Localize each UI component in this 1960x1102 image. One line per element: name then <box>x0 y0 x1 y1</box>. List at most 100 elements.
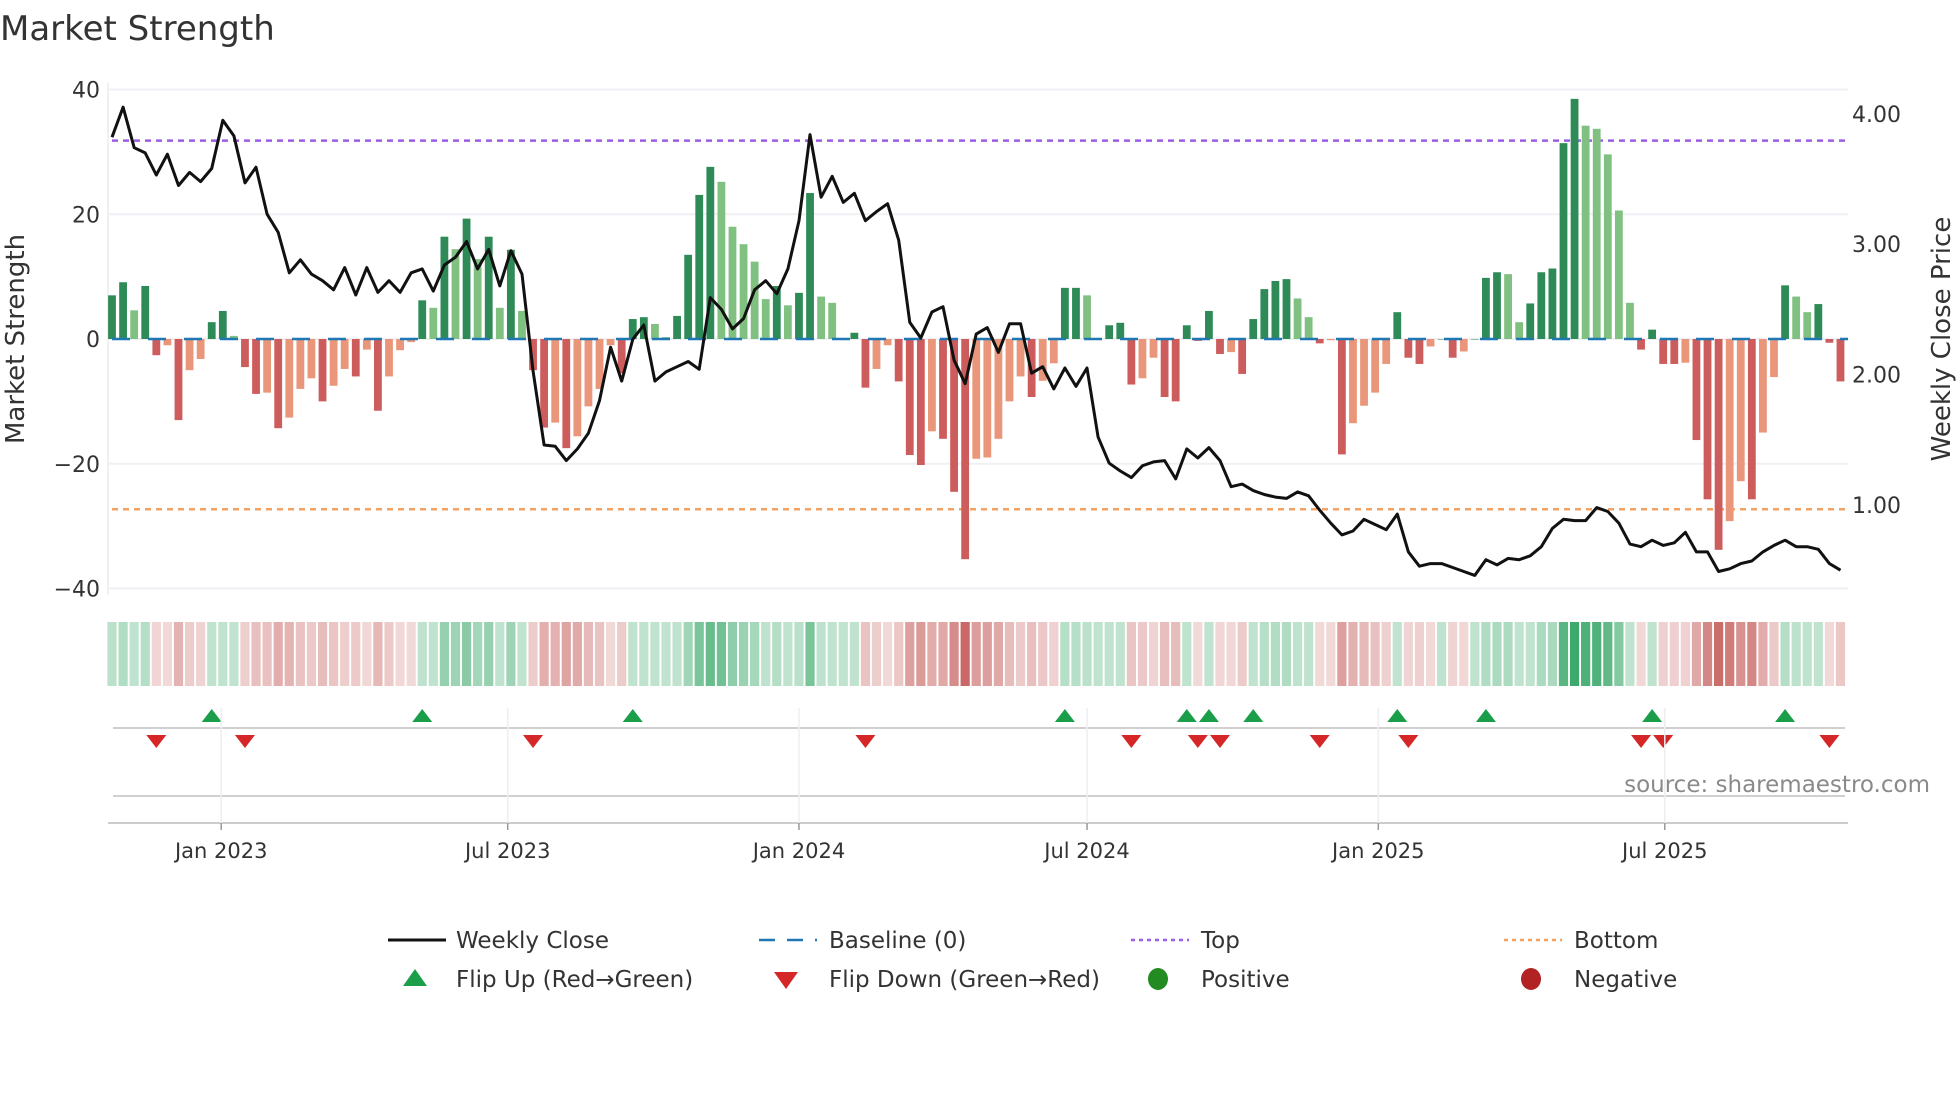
strength-bar <box>1083 295 1091 339</box>
strength-bar <box>1482 277 1490 339</box>
flip-down-marker <box>1653 735 1674 748</box>
heatmap-cell <box>162 622 172 686</box>
x-tick-label: Jul 2023 <box>463 839 550 863</box>
heatmap-cell <box>251 622 261 686</box>
heatmap-cell <box>262 622 272 686</box>
heatmap-cell <box>1004 622 1015 686</box>
heatmap-cell <box>583 622 594 686</box>
market-strength-chart: Market Strength 40 20 0 −20 −40 4.00 3.00 2.00… <box>0 9 1957 993</box>
strength-bar <box>1537 272 1546 339</box>
heatmap-cell <box>340 622 350 686</box>
right-axis-title: Weekly Close Price <box>1927 217 1957 462</box>
legend-label: Flip Down (Green→Red) <box>829 967 1100 993</box>
strength-bar <box>928 339 936 432</box>
strength-bar <box>329 339 338 386</box>
heatmap-cell <box>395 622 405 686</box>
heatmap-cell <box>1226 622 1236 686</box>
strength-bar <box>385 339 393 377</box>
strength-bar <box>351 339 360 377</box>
strength-bar <box>1493 272 1501 339</box>
heatmap-cell <box>1725 622 1735 686</box>
strength-bar <box>1659 339 1668 364</box>
heatmap-cell <box>1093 622 1103 686</box>
strength-bar <box>872 339 881 369</box>
strength-bar <box>551 339 560 423</box>
strength-bar <box>1836 339 1845 382</box>
flip-down-marker <box>523 735 544 748</box>
strength-bar <box>185 339 194 371</box>
heatmap-cell <box>528 622 538 686</box>
legend-label: Positive <box>1201 967 1290 993</box>
y-tick-label: −40 <box>54 578 100 603</box>
heatmap-cell <box>1115 622 1125 686</box>
legend-label: Top <box>1200 928 1240 954</box>
heatmap-cell <box>218 622 228 686</box>
flip-up-marker <box>1475 709 1496 722</box>
heatmap-cell <box>716 622 726 686</box>
strength-bar <box>1626 302 1634 339</box>
strength-bar <box>1648 329 1657 339</box>
flip-down-marker <box>146 735 167 748</box>
heatmap-cell <box>517 622 527 686</box>
x-tick-label: Jan 2024 <box>751 839 846 863</box>
legend-item: Baseline (0) <box>759 928 966 954</box>
heatmap-cell <box>184 622 195 686</box>
heatmap-cell <box>1636 622 1646 686</box>
strength-bar <box>1670 339 1679 364</box>
heatmap-cell <box>639 622 649 686</box>
heatmap-cell <box>1459 622 1469 686</box>
heatmap-cell <box>384 622 394 686</box>
strength-bar <box>108 295 116 339</box>
heatmap-cell <box>1259 622 1269 686</box>
heatmap-cell <box>727 622 738 686</box>
strength-bar <box>1770 339 1778 378</box>
strength-bar <box>218 310 227 339</box>
heatmap-cell <box>1248 622 1258 686</box>
heatmap-cell <box>140 622 150 686</box>
heatmap-cell <box>883 622 893 686</box>
heatmap-cell <box>1337 622 1347 686</box>
heatmap-cell <box>1304 622 1314 686</box>
heatmap-cell <box>1769 622 1779 686</box>
flip-up-marker <box>201 709 222 722</box>
strength-bar <box>1415 339 1424 364</box>
strength-bar <box>141 285 150 339</box>
flip-down-marker <box>1121 735 1142 748</box>
strength-bar <box>1227 339 1235 353</box>
strength-bar <box>1692 339 1701 441</box>
heatmap-cell <box>439 622 449 686</box>
heatmap-cell <box>406 622 416 686</box>
strength-bar <box>983 339 992 458</box>
heatmap-cell <box>351 622 361 686</box>
strength-bar <box>1005 339 1014 402</box>
flip-down-marker <box>1631 735 1652 748</box>
legend-label: Flip Up (Red→Green) <box>456 967 693 993</box>
triangle-up-icon <box>403 969 427 986</box>
strength-bar <box>828 302 837 339</box>
heatmap-cell <box>1525 622 1535 686</box>
heatmap-cell <box>151 622 161 686</box>
heatmap-cell <box>1027 622 1037 686</box>
strength-bar <box>1637 339 1645 350</box>
left-axis-title: Market Strength <box>1 234 31 444</box>
heatmap-cell <box>428 622 438 686</box>
strength-bar <box>905 339 914 456</box>
heatmap-cell <box>1824 622 1834 686</box>
strength-bars <box>108 98 1845 560</box>
flip-up-marker <box>1176 709 1197 722</box>
heatmap-cell <box>1326 622 1336 686</box>
flip-down-marker <box>1398 735 1419 748</box>
strength-bar <box>396 339 404 351</box>
strength-bar <box>462 218 471 339</box>
heatmap-cell <box>916 622 926 686</box>
strength-bar <box>684 254 693 339</box>
heatmap-cell <box>1425 622 1436 686</box>
y2-tick-label: 3.00 <box>1852 233 1901 258</box>
heatmap-cell <box>207 622 217 686</box>
strength-bar <box>119 282 127 339</box>
flip-markers <box>113 709 1845 797</box>
strength-bar <box>1426 339 1435 347</box>
legend-label: Weekly Close <box>456 928 609 954</box>
strength-bar <box>307 339 316 379</box>
strength-bar <box>1371 339 1380 393</box>
